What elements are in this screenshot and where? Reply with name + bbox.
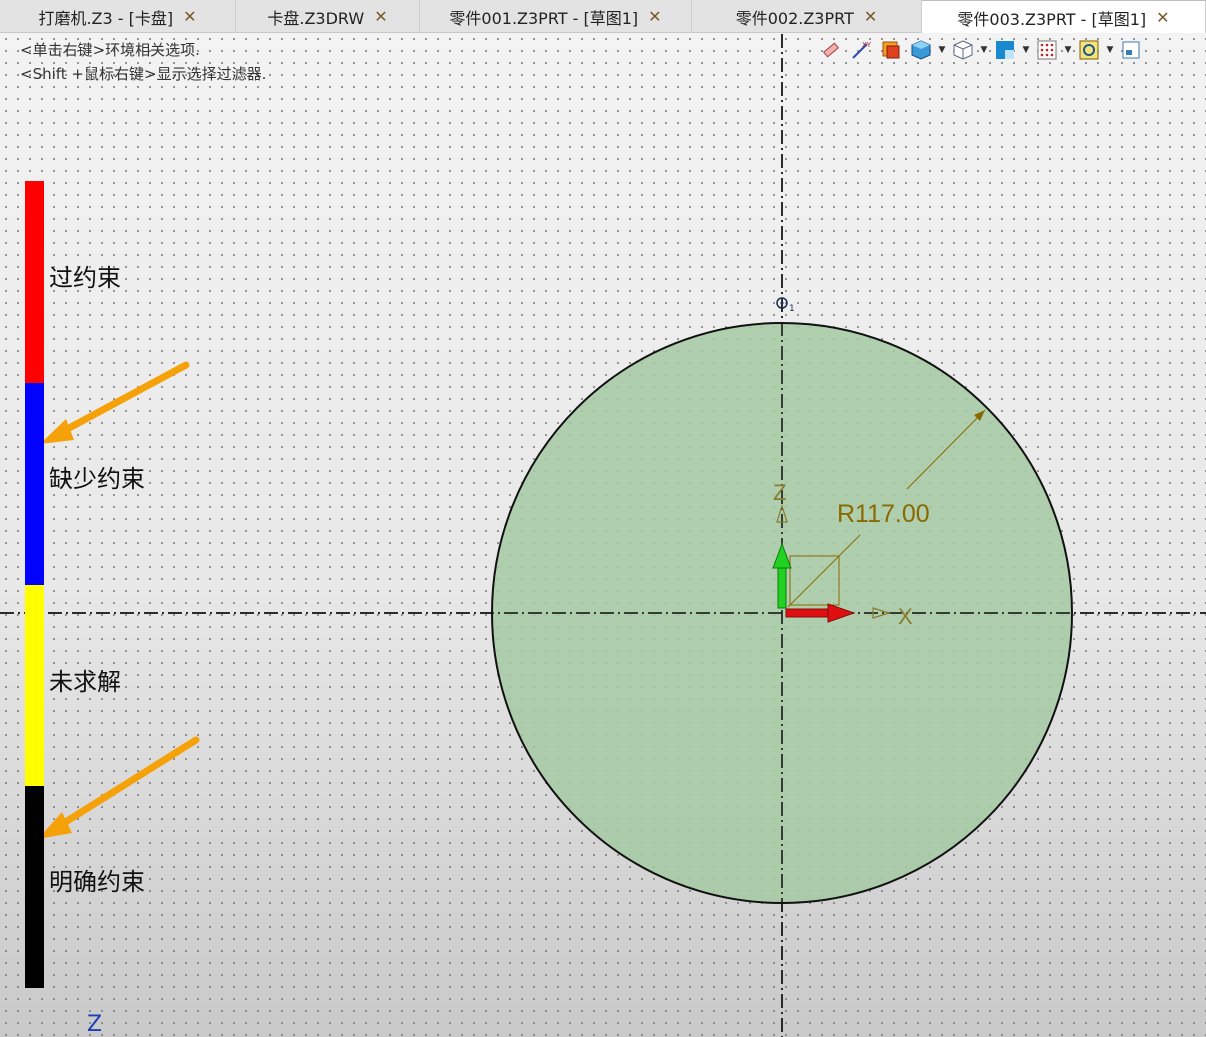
axis-z-label: Z	[773, 480, 786, 505]
legend-color-fully-constrained	[25, 786, 44, 988]
legend-label-under-constrained: 缺少约束	[49, 465, 145, 493]
hint-line-2: <Shift +鼠标右键>显示选择过滤器.	[20, 65, 267, 83]
grid-dots-icon[interactable]	[1034, 37, 1060, 63]
legend-label-unsolved: 未求解	[49, 668, 121, 696]
svg-text:XY: XY	[862, 41, 872, 49]
view-toolbar: XY ▼ ▼ ▼ ▼ ▼	[818, 36, 1144, 64]
annotation-arrow-1-icon	[40, 361, 190, 444]
chevron-down-icon[interactable]: ▼	[980, 37, 988, 63]
legend-color-under-constrained	[25, 383, 44, 585]
chevron-down-icon[interactable]: ▼	[938, 37, 946, 63]
render-settings-icon[interactable]	[878, 37, 904, 63]
hint-text: <单击右键>环境相关选项. <Shift +鼠标右键>显示选择过滤器.	[20, 38, 266, 86]
chevron-down-icon[interactable]: ▼	[1022, 37, 1030, 63]
legend-color-over-constrained	[25, 181, 44, 383]
view-layout-icon[interactable]	[992, 37, 1018, 63]
chevron-down-icon[interactable]: ▼	[1106, 37, 1114, 63]
xy-axis-icon[interactable]: XY	[848, 37, 874, 63]
legend-color-unsolved	[25, 585, 44, 786]
sketch-point-marker[interactable]: 1	[776, 297, 795, 314]
filter-icon[interactable]	[1076, 37, 1102, 63]
chevron-down-icon[interactable]: ▼	[1064, 37, 1072, 63]
shaded-cube-icon[interactable]	[908, 37, 934, 63]
wireframe-cube-icon[interactable]	[950, 37, 976, 63]
bottom-axis-z-label: Z	[87, 1012, 103, 1037]
legend-label-fully-constrained: 明确约束	[49, 868, 145, 896]
annotation-arrow-2-icon	[38, 736, 200, 839]
point-label: 1	[789, 304, 795, 314]
hint-line-1: <单击右键>环境相关选项.	[20, 41, 200, 59]
dimension-text: R117.00	[837, 500, 930, 528]
eraser-icon[interactable]	[818, 37, 844, 63]
more-icon[interactable]	[1118, 37, 1144, 63]
axis-x-label: X	[898, 604, 913, 629]
sketch-canvas: 1 R117.00 Z X	[0, 34, 1206, 1037]
legend-label-over-constrained: 过约束	[49, 264, 121, 292]
